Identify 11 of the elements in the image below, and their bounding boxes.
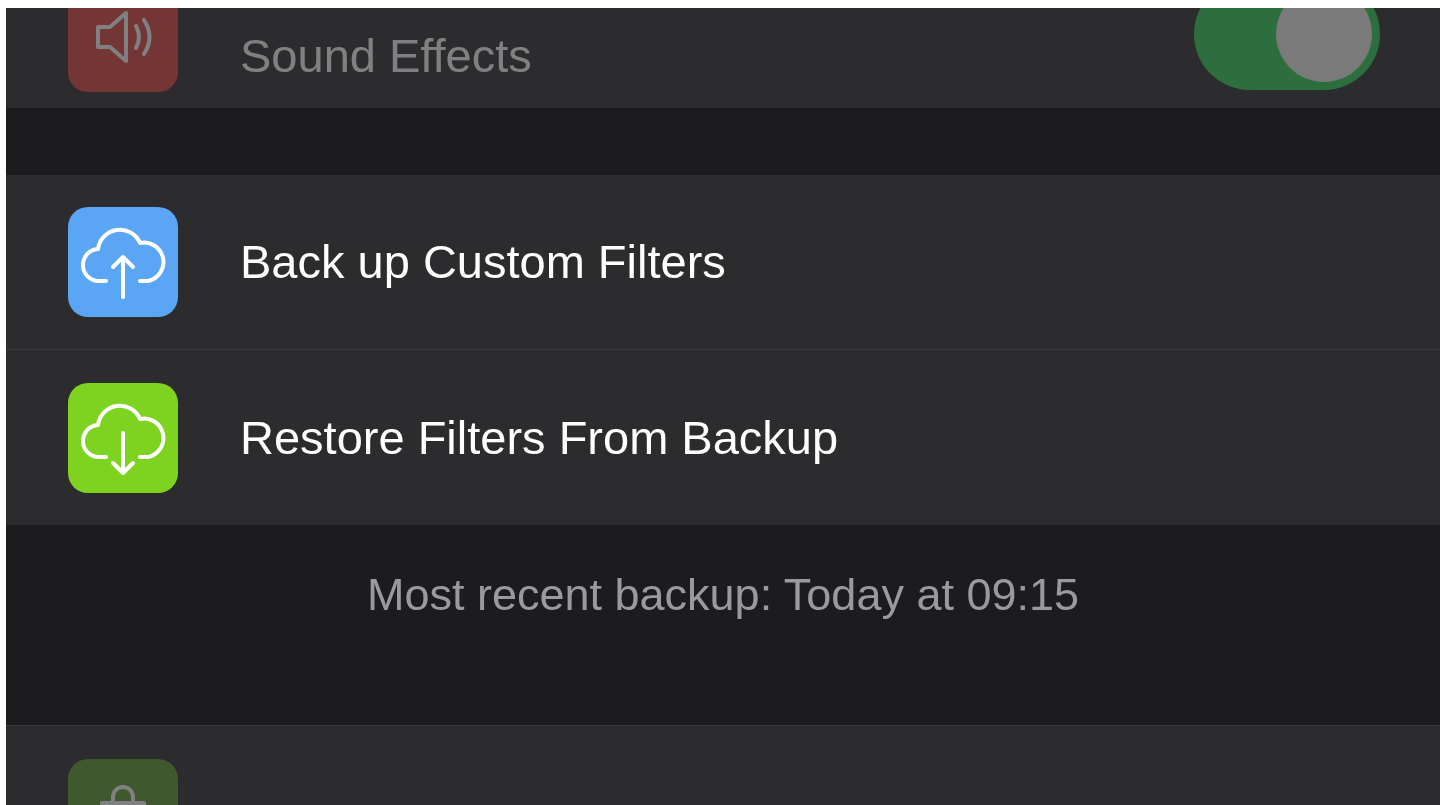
row-label: Restore Filters From Backup — [240, 409, 840, 466]
cloud-download-icon — [68, 382, 178, 493]
settings-row[interactable]: Sound Effects — [6, 8, 1440, 108]
toggle-switch[interactable] — [1194, 8, 1380, 90]
settings-row[interactable]: Back up Custom Filters — [6, 175, 1440, 350]
row-label: Sound Effects — [240, 28, 533, 84]
settings-row[interactable]: Restore Filters From Backup — [6, 350, 1440, 525]
speaker-icon — [68, 8, 178, 92]
cloud-upload-icon — [68, 207, 178, 317]
footer-note: Most recent backup: Today at 09:15 — [366, 568, 1080, 622]
row-label: Back up Custom Filters — [240, 234, 727, 290]
